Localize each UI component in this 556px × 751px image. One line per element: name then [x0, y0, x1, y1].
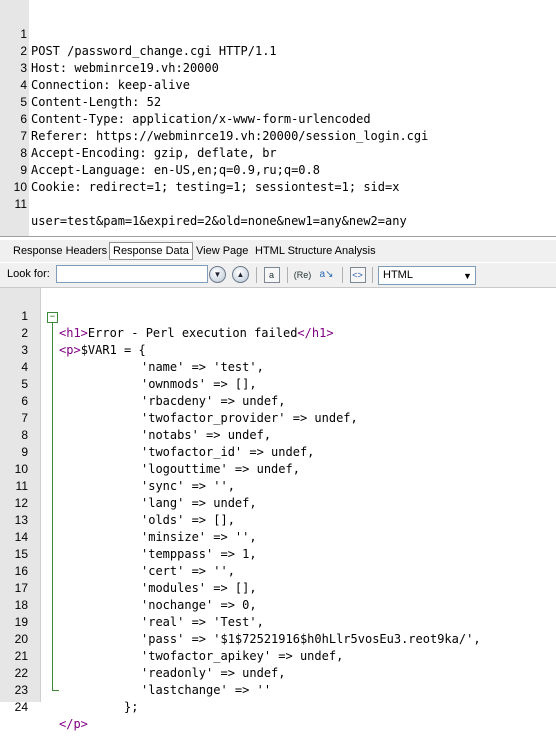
- request-editor[interactable]: 1 POST /password_change.cgi HTTP/1.1 2 H…: [0, 0, 556, 237]
- format-select[interactable]: HTML ▼: [378, 266, 476, 285]
- fold-guide: [52, 323, 53, 691]
- response-editor[interactable]: 1 <h1>Error - Perl execution failed</h1>…: [0, 288, 556, 731]
- request-line: 4 Content-Length: 52: [0, 60, 556, 109]
- tab-html-structure-analysis[interactable]: HTML Structure Analysis: [252, 243, 379, 259]
- response-line: 14 'temppass' => 1,: [0, 512, 556, 561]
- response-line: 24 </p>: [0, 682, 556, 731]
- chevron-down-icon: ▼: [460, 267, 475, 284]
- tag-view-icon: <>: [349, 266, 366, 283]
- response-line: 7 'notabs' => undef,: [0, 393, 556, 442]
- response-line: 10 'sync' => '',: [0, 444, 556, 493]
- request-line: 8 Accept-Language: en-US,en;q=0.9,ru;q=0…: [0, 128, 556, 177]
- request-line: 6 Referer: https://webminrce19.vh:20000/…: [0, 94, 556, 143]
- regex-icon: (Re): [293, 269, 312, 280]
- replace-button[interactable]: a↘: [318, 266, 335, 283]
- toolbar-divider: [256, 267, 257, 283]
- line-number: 11: [14, 197, 27, 211]
- response-line: 9 'logouttime' => undef,: [0, 427, 556, 476]
- request-line: 9 Cookie: redirect=1; testing=1; session…: [0, 145, 556, 194]
- find-up-icon: ▲: [232, 266, 249, 283]
- regex-toggle-button[interactable]: (Re): [293, 266, 312, 283]
- response-line: 6 'twofactor_provider' => undef,: [0, 376, 556, 425]
- replace-icon: a↘: [319, 269, 334, 280]
- response-line: 23 };: [0, 665, 556, 714]
- request-line: 11 user=test&pam=1&expired=2&old=none&ne…: [0, 179, 556, 228]
- search-toolbar: Look for: ▼ ▲ a (Re) a↘ <> HTML ▼: [0, 263, 556, 288]
- tag-view-button[interactable]: <>: [349, 266, 366, 283]
- highlight-all-button[interactable]: a: [263, 266, 280, 283]
- request-line: 1 POST /password_change.cgi HTTP/1.1: [0, 9, 556, 58]
- toolbar-divider: [287, 267, 288, 283]
- request-line: 2 Host: webminrce19.vh:20000: [0, 26, 556, 75]
- request-line: 10: [0, 162, 556, 194]
- response-line: 15 'cert' => '',: [0, 529, 556, 578]
- response-line: 13 'minsize' => '',: [0, 495, 556, 544]
- collapse-fold-icon[interactable]: −: [47, 312, 58, 323]
- search-input[interactable]: [56, 265, 208, 283]
- fold-guide-end: [52, 690, 59, 691]
- response-line: 4 'ownmods' => [],: [0, 342, 556, 391]
- response-line: 5 'rbacdeny' => undef,: [0, 359, 556, 408]
- request-line: 5 Content-Type: application/x-www-form-u…: [0, 77, 556, 126]
- response-line: 3 'name' => 'test',: [0, 325, 556, 374]
- find-previous-button[interactable]: ▲: [232, 266, 249, 283]
- response-line: 1 <h1>Error - Perl execution failed</h1>: [0, 291, 556, 340]
- html-tag: </p>: [59, 717, 88, 731]
- find-next-button[interactable]: ▼: [209, 266, 226, 283]
- response-line: 16 'modules' => [],: [0, 546, 556, 595]
- toolbar-divider: [342, 267, 343, 283]
- response-line: 12 'olds' => [],: [0, 478, 556, 527]
- tab-response-headers[interactable]: Response Headers: [10, 243, 110, 259]
- response-line: 11 'lang' => undef,: [0, 461, 556, 510]
- highlight-icon: a: [263, 266, 280, 283]
- response-line: 8 'twofactor_id' => undef,: [0, 410, 556, 459]
- tab-view-page[interactable]: View Page: [193, 243, 251, 259]
- response-line: 2 <p>$VAR1 = {: [0, 308, 556, 357]
- response-line: 19 'pass' => '$1$72521916$h0hLlr5vosEu3.…: [0, 597, 556, 646]
- response-line: 22 'lastchange' => '': [0, 648, 556, 697]
- request-line: 3 Connection: keep-alive: [0, 43, 556, 92]
- format-select-value: HTML: [383, 269, 413, 281]
- response-line: 21 'readonly' => undef,: [0, 631, 556, 680]
- request-line: 7 Accept-Encoding: gzip, deflate, br: [0, 111, 556, 160]
- toolbar-divider: [372, 267, 373, 283]
- tab-response-data[interactable]: Response Data: [109, 242, 193, 260]
- tab-bar: Response Headers Response Data View Page…: [0, 240, 556, 262]
- response-line: 17 'nochange' => 0,: [0, 563, 556, 612]
- response-line: 18 'real' => 'Test',: [0, 580, 556, 629]
- look-for-label: Look for:: [7, 268, 50, 280]
- response-line: 20 'twofactor_apikey' => undef,: [0, 614, 556, 663]
- request-line-text: user=test&pam=1&expired=2&old=none&new1=…: [31, 214, 407, 228]
- find-down-icon: ▼: [209, 266, 226, 283]
